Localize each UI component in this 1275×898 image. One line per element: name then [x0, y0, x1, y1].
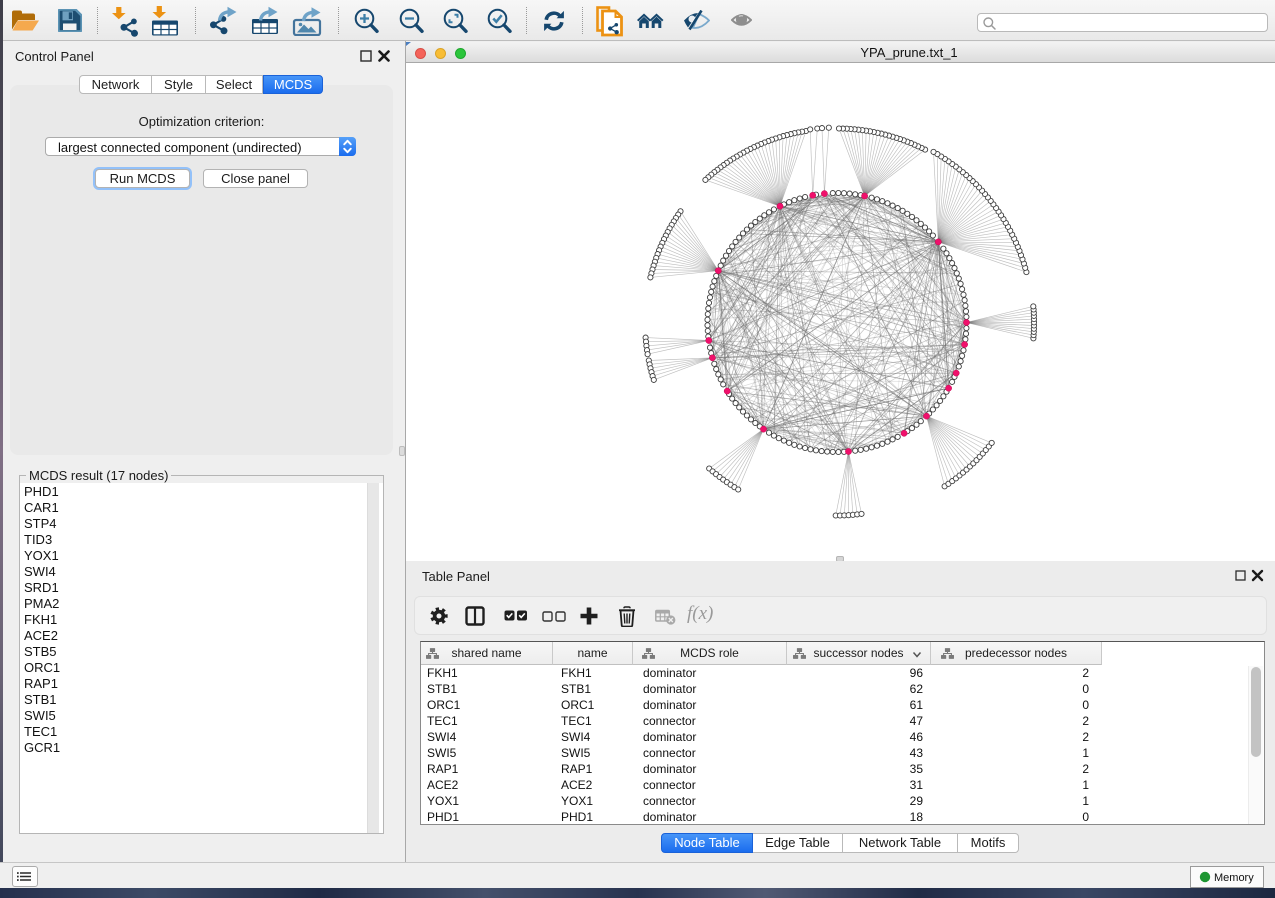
- svg-text:Memory: Memory: [1214, 872, 1254, 884]
